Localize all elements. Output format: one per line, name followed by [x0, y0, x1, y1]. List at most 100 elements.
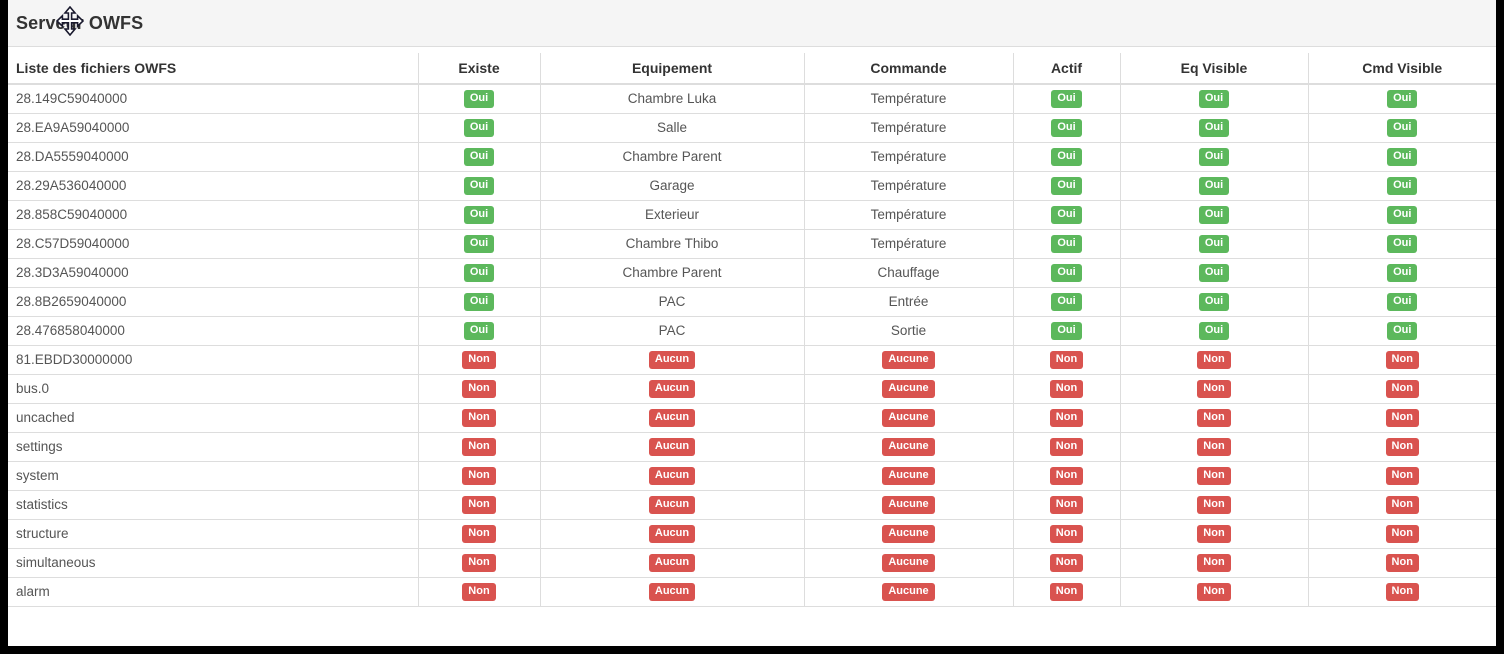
- cell-commande: Température: [804, 112, 1014, 142]
- status-badge: Oui: [1198, 118, 1230, 137]
- cell-cmd-visible: Non: [1308, 460, 1496, 490]
- status-badge: Non: [1385, 553, 1419, 572]
- status-badge: Oui: [1051, 89, 1082, 108]
- status-badge: Aucune: [882, 350, 935, 369]
- status-badge: Aucun: [648, 408, 696, 427]
- status-badge: Oui: [1051, 292, 1082, 311]
- cell-cmd-visible: Oui: [1308, 286, 1496, 316]
- cell-commande: Température: [804, 83, 1014, 113]
- status-badge: Aucun: [648, 466, 696, 485]
- cell-commande: Température: [804, 199, 1014, 229]
- cell-equipement: PAC: [540, 315, 805, 345]
- cell-eq-visible: Non: [1120, 576, 1309, 607]
- status-badge: Oui: [1387, 292, 1418, 311]
- status-badge: Oui: [463, 321, 495, 340]
- cell-existe: Non: [418, 547, 541, 577]
- status-badge: Aucun: [648, 437, 696, 456]
- cell-eq-visible: Oui: [1120, 83, 1309, 113]
- status-badge: Oui: [463, 147, 495, 166]
- cell-commande: Aucune: [804, 576, 1014, 607]
- status-badge: Oui: [463, 234, 495, 253]
- table-row: 28.476858040000 Oui PAC Sortie Oui Oui Oui: [8, 315, 1496, 345]
- cell-eq-visible: Oui: [1120, 257, 1309, 287]
- cell-eq-visible: Non: [1120, 344, 1309, 374]
- status-badge: Aucune: [882, 582, 935, 601]
- cell-cmd-visible: Non: [1308, 344, 1496, 374]
- status-badge: Oui: [1387, 147, 1418, 166]
- cell-equipement: Aucun: [540, 431, 805, 461]
- cell-actif: Oui: [1013, 83, 1121, 113]
- status-badge: Non: [462, 524, 496, 543]
- cell-equipement: Salle: [540, 112, 805, 142]
- cell-commande: Aucune: [804, 547, 1014, 577]
- status-badge: Aucun: [648, 379, 696, 398]
- status-badge: Aucun: [648, 350, 696, 369]
- cell-equipement: Exterieur: [540, 199, 805, 229]
- cell-eq-visible: Non: [1120, 518, 1309, 548]
- cell-eq-visible: Oui: [1120, 170, 1309, 200]
- cell-existe: Non: [418, 518, 541, 548]
- cell-commande: Aucune: [804, 431, 1014, 461]
- cell-eq-visible: Non: [1120, 489, 1309, 519]
- cell-cmd-visible: Oui: [1308, 199, 1496, 229]
- table-row: system Non Aucun Aucune Non Non Non: [8, 460, 1496, 490]
- cell-actif: Non: [1013, 431, 1121, 461]
- table-row: settings Non Aucun Aucune Non Non Non: [8, 431, 1496, 461]
- cell-file: 28.DA5559040000: [8, 141, 419, 171]
- status-badge: Non: [1197, 553, 1231, 572]
- cell-commande: Aucune: [804, 489, 1014, 519]
- cell-equipement: Aucun: [540, 576, 805, 607]
- table-row: 28.3D3A59040000 Oui Chambre Parent Chauffag…: [8, 257, 1496, 287]
- status-badge: Oui: [463, 118, 495, 137]
- cell-existe: Non: [418, 373, 541, 403]
- cell-cmd-visible: Oui: [1308, 83, 1496, 113]
- status-badge: Oui: [1387, 263, 1418, 282]
- cell-eq-visible: Oui: [1120, 199, 1309, 229]
- cell-actif: Non: [1013, 518, 1121, 548]
- table-row: simultaneous Non Aucun Aucune Non Non Non: [8, 547, 1496, 577]
- cell-equipement: Chambre Parent: [540, 257, 805, 287]
- cell-actif: Non: [1013, 489, 1121, 519]
- table-row: 28.DA5559040000 Oui Chambre Parent Températ…: [8, 141, 1496, 171]
- status-badge: Oui: [1387, 118, 1418, 137]
- cell-equipement: Aucun: [540, 402, 805, 432]
- cell-commande: Aucune: [804, 402, 1014, 432]
- cell-cmd-visible: Non: [1308, 489, 1496, 519]
- table-row: structure Non Aucun Aucune Non Non Non: [8, 518, 1496, 548]
- cell-existe: Oui: [418, 286, 541, 316]
- cell-equipement: Aucun: [540, 518, 805, 548]
- cell-equipement: Aucun: [540, 373, 805, 403]
- cell-cmd-visible: Non: [1308, 402, 1496, 432]
- status-badge: Non: [1049, 466, 1084, 485]
- column-header-file: Liste des fichiers OWFS: [8, 53, 419, 85]
- cell-actif: Non: [1013, 344, 1121, 374]
- status-badge: Oui: [1051, 176, 1082, 195]
- status-badge: Oui: [1387, 234, 1418, 253]
- cell-file: 28.149C59040000: [8, 83, 419, 113]
- cell-cmd-visible: Oui: [1308, 228, 1496, 258]
- cell-eq-visible: Oui: [1120, 286, 1309, 316]
- status-badge: Aucun: [648, 582, 696, 601]
- cell-commande: Aucune: [804, 344, 1014, 374]
- cell-equipement: Chambre Thibo: [540, 228, 805, 258]
- status-badge: Oui: [1051, 263, 1082, 282]
- status-badge: Aucun: [648, 553, 696, 572]
- status-badge: Aucune: [882, 524, 935, 543]
- column-header-equipement: Equipement: [540, 53, 805, 85]
- cell-eq-visible: Oui: [1120, 228, 1309, 258]
- cell-cmd-visible: Oui: [1308, 257, 1496, 287]
- cell-eq-visible: Non: [1120, 373, 1309, 403]
- cell-commande: Aucune: [804, 373, 1014, 403]
- cell-existe: Non: [418, 402, 541, 432]
- table-row: bus.0 Non Aucun Aucune Non Non Non: [8, 373, 1496, 403]
- status-badge: Non: [1197, 350, 1231, 369]
- status-badge: Non: [1385, 524, 1419, 543]
- table-header-row: Liste des fichiers OWFS Existe Equipemen…: [8, 53, 1496, 85]
- table-row: 28.149C59040000 Oui Chambre Luka Températur…: [8, 83, 1496, 113]
- status-badge: Non: [1049, 437, 1084, 456]
- table-row: alarm Non Aucun Aucune Non Non Non: [8, 576, 1496, 607]
- cell-commande: Entrée: [804, 286, 1014, 316]
- cell-cmd-visible: Oui: [1308, 141, 1496, 171]
- page-content: Serveur OWFS Liste des fichiers OWFS Exi…: [8, 0, 1496, 646]
- status-badge: Oui: [1387, 89, 1418, 108]
